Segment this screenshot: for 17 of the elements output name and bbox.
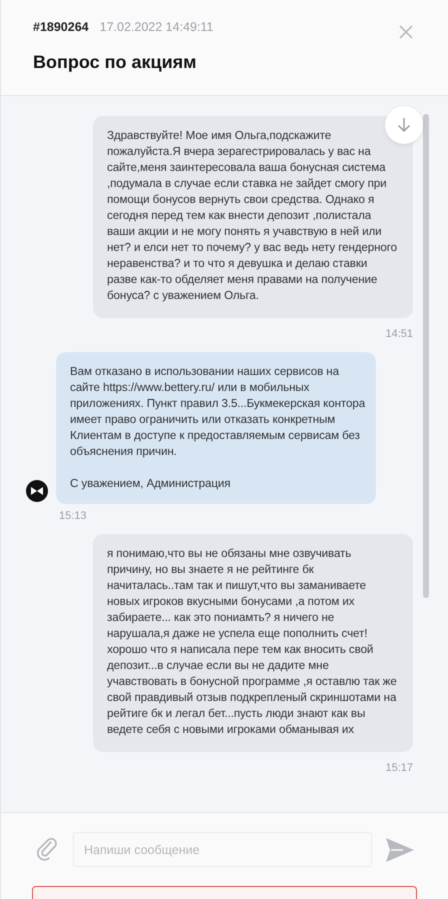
send-icon[interactable] — [386, 838, 414, 862]
scroll-down-button[interactable] — [385, 106, 423, 144]
logo-icon — [26, 480, 48, 502]
ticket-id: #1890264 — [33, 20, 89, 34]
ticket-date: 17.02.2022 14:49:11 — [100, 20, 214, 34]
message-input[interactable]: Напиши сообщение — [73, 832, 372, 867]
ticket-title: Вопрос по акциям — [33, 52, 198, 73]
close-icon[interactable] — [399, 25, 413, 39]
message-time: 15:13 — [59, 510, 87, 522]
message-time: 15:17 — [385, 762, 413, 774]
message-bubble: Вам отказано в использовании наших сервисов на сайте https://www.bettery.ru/ или в мобильных приложениях. Пункт правил 3.5...Букмекерская контора имеет право ограничить или отказать конкретным Клиентам в доступе к предоставляемым сервисам без объяснения причин. С уважением, Администрация — [56, 352, 376, 504]
message-bubble: я понимаю,что вы не обязаны мне озвучивать причину, но вы знаете я не рейтинге бк начиталась..там так и пишут,что вы заманиваете новых игроков вкусными бонусами ,а потом их забираете... как это пониамть? я ничего не нарушала,я даже не успела еще пополнить счет! хорошо что я написала пере тем как вносить свой депозит...в случае если вы не дадите мне учавствовать в бонусной программе ,я оставлю так же свой правдивый отзыв подкрепленый скриншотами на рейтиге бк и легал бет...пусть люди знают как вы ведете себя с новыми игроками обманывая их — [93, 534, 413, 752]
message-bubble: Здравствуйте! Мое имя Ольга,подскажите пожалуйста.Я вчера зерагестрировалась у вас на сайте,меня заинтересовала ваша бонусная система ,подумала в случае если ставка не зайдет смогу при помощи бонусов вернуть свои средства. Однако я сегодня перед тем как внести депозит ,полистала ваши акции и не могу понять я учавствую в ней или нет? и елси нет то почему? у вас ведь нету гендерного неравенства? и то что я девушка и делаю ставки разве как-то обделяет меня правами на получение бонуса? с уважением Ольга. — [93, 116, 413, 318]
message-time: 14:51 — [385, 328, 413, 340]
arrow-down-icon — [397, 117, 411, 133]
paperclip-icon[interactable] — [37, 836, 59, 862]
scrollbar[interactable] — [423, 114, 429, 598]
